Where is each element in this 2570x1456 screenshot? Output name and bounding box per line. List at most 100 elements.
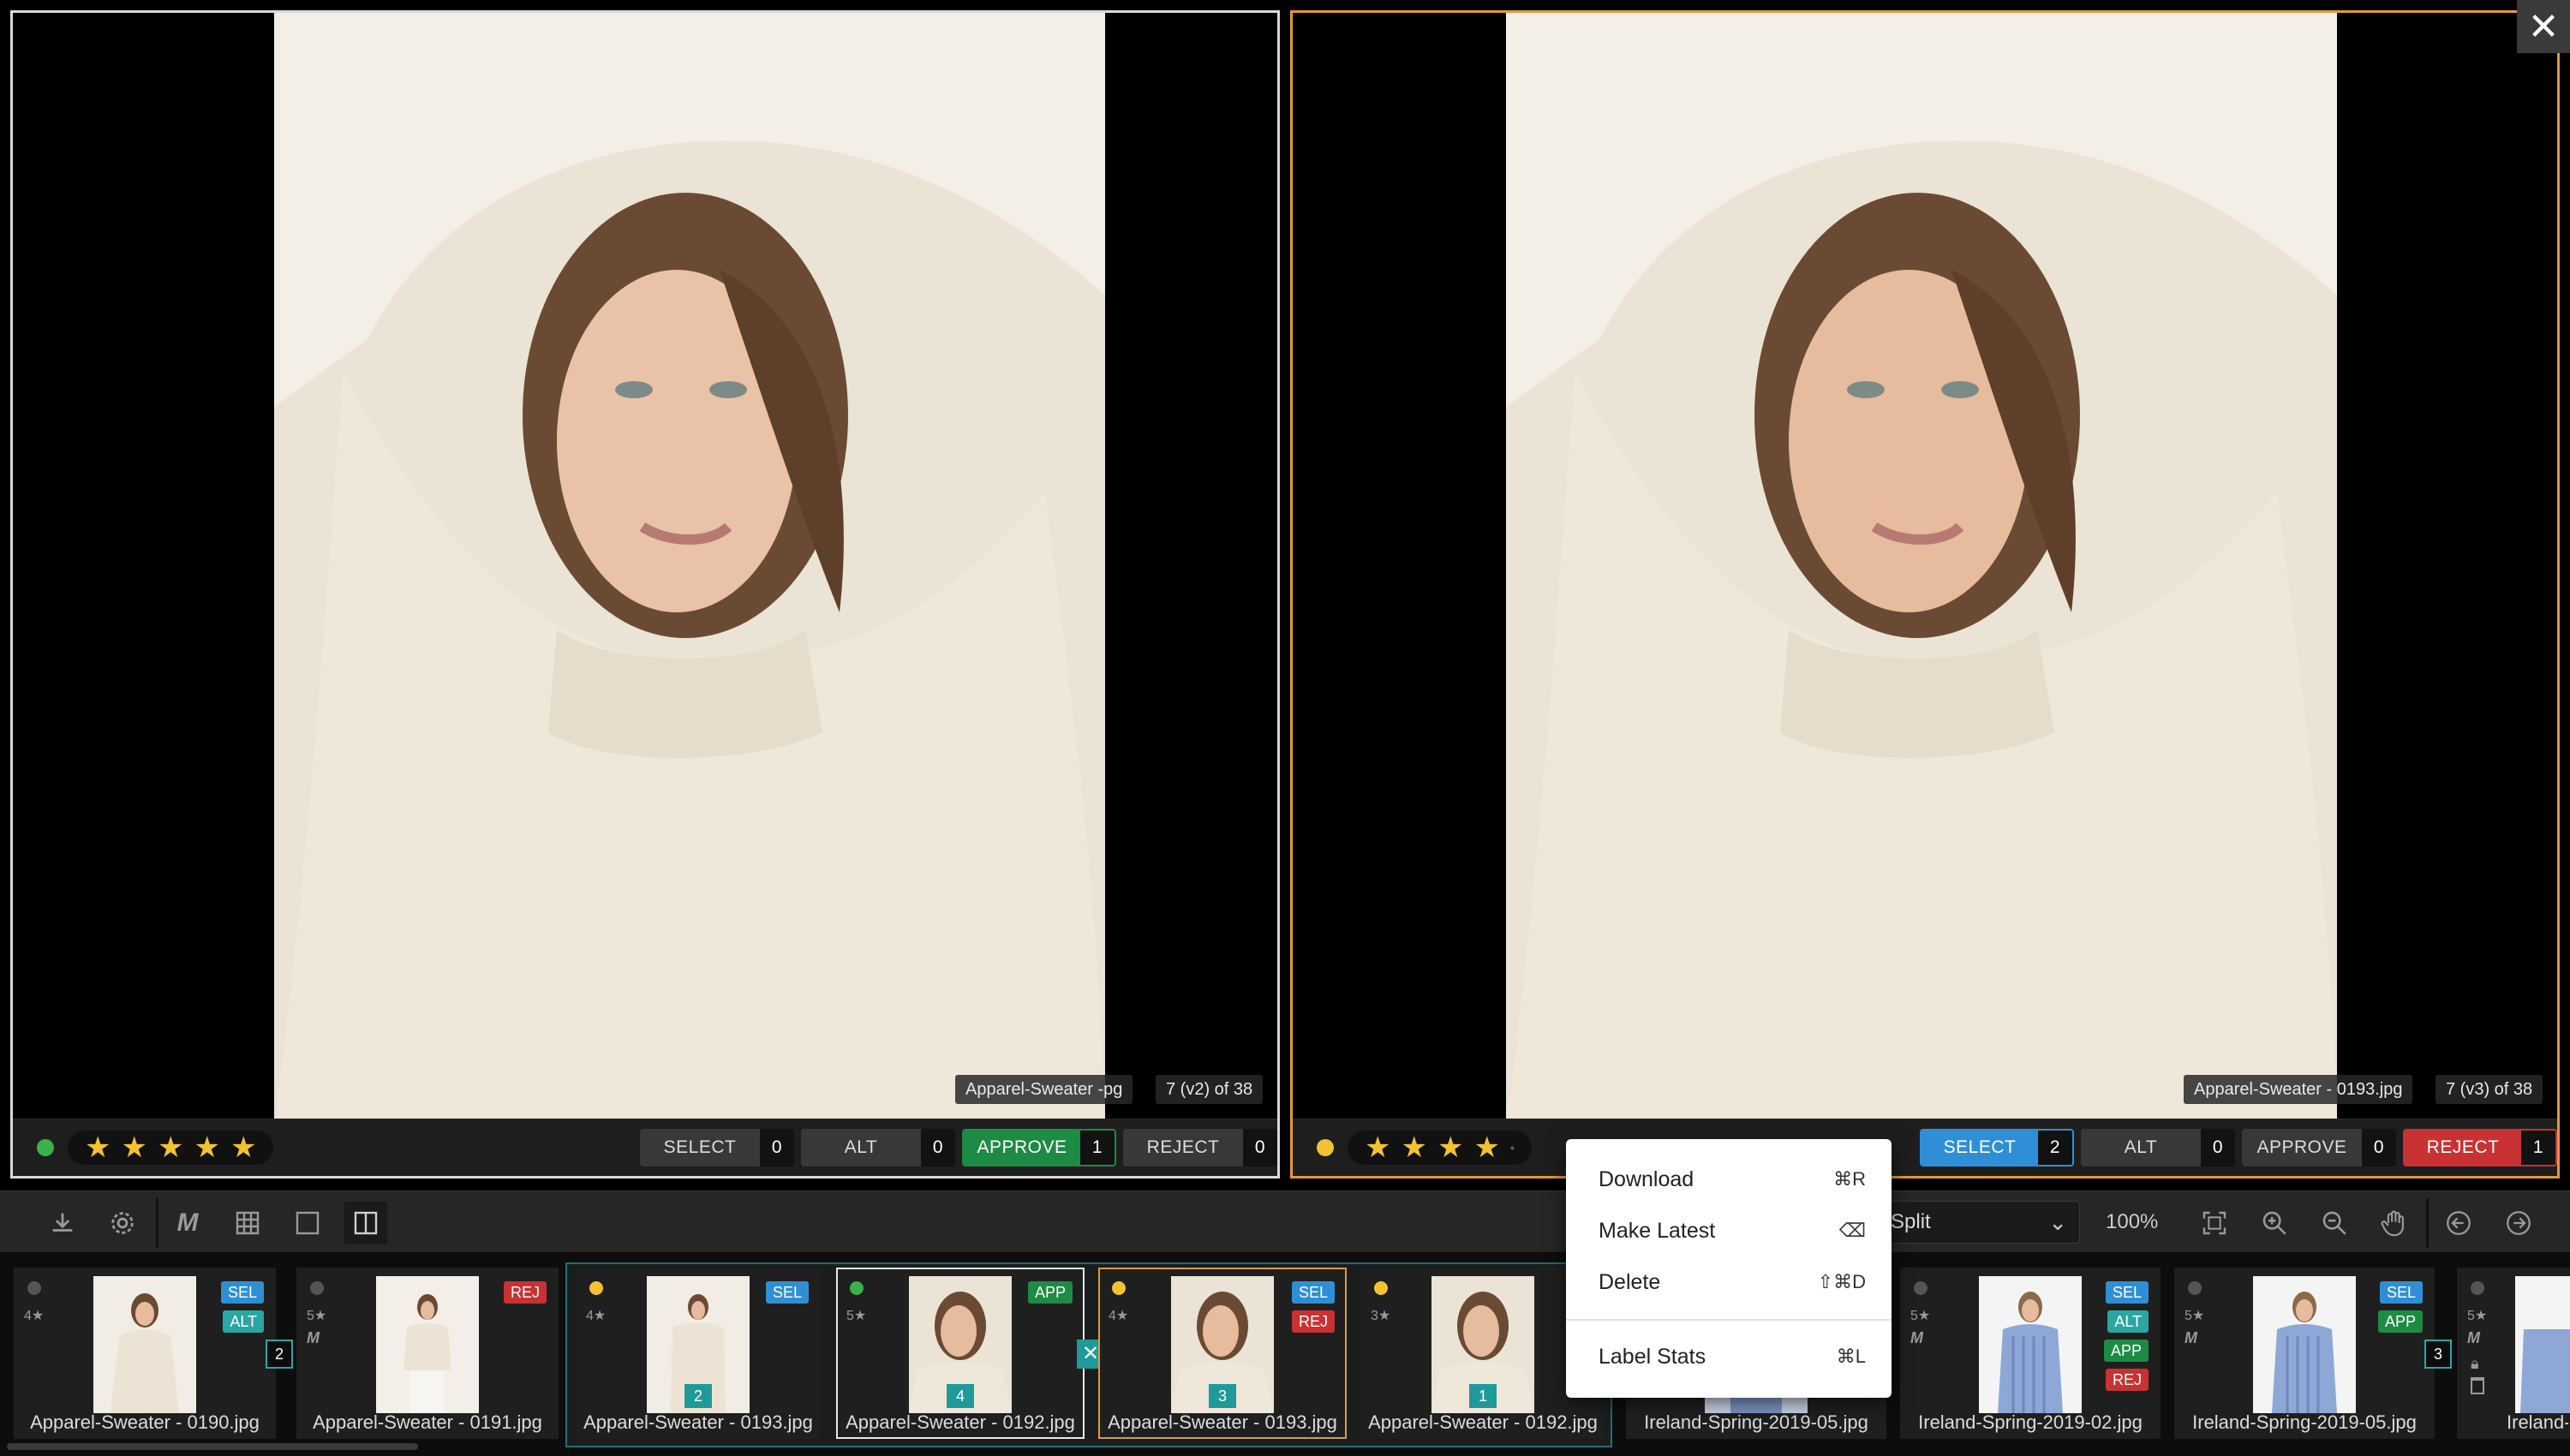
approve-label-button[interactable]: APPROVE 1 (962, 1129, 1116, 1167)
menu-item-delete[interactable]: Delete ⇧⌘D (1599, 1261, 1866, 1304)
reject-label-button[interactable]: REJECT 0 (1123, 1129, 1277, 1167)
filmstrip-thumb[interactable]: 5★ M SEL ALT APP REJ Ireland-Spring-2019… (1900, 1268, 2161, 1439)
thumb-filename: Ireland-Sprin (2507, 1411, 2568, 1433)
star-rating[interactable]: ★ ★ ★ ★ ★ (68, 1131, 274, 1165)
grid-icon[interactable] (226, 1202, 269, 1244)
sel-badge: SEL (765, 1281, 809, 1304)
filename-chip: Apparel-Sweater - 0193.jpg (2184, 1075, 2413, 1104)
thumb-rating: 4★ (1109, 1309, 1129, 1323)
photo-right[interactable] (1506, 13, 2337, 1126)
thumb-rating: 5★ (2467, 1309, 2488, 1323)
star-icon[interactable]: ★ (158, 1131, 183, 1165)
signature-icon[interactable]: M (166, 1202, 209, 1244)
color-label-dot (310, 1281, 324, 1295)
color-label-dot[interactable] (1317, 1139, 1334, 1156)
menu-shortcut: ⇧⌘D (1817, 1271, 1866, 1292)
star-icon[interactable]: ★ (121, 1131, 146, 1165)
compare-pane-left[interactable]: Apparel-Sweater -pg 7 (v2) of 38 ★ ★ ★ ★… (10, 10, 1280, 1179)
gear-icon[interactable] (101, 1202, 144, 1244)
sel-badge: SEL (2379, 1281, 2423, 1304)
filmstrip-thumb[interactable]: 5★ M SEL APP Ireland-Spring-2019-05.jpg (2174, 1268, 2435, 1439)
app-badge: APP (2377, 1310, 2423, 1333)
version-context-menu: Download ⌘R Make Latest ⌫ Delete ⇧⌘D Lab… (1566, 1139, 1892, 1398)
version-number: 1 (1469, 1384, 1497, 1408)
next-icon[interactable] (2497, 1202, 2540, 1244)
rating-bar-right: ★ ★ ★ ★ • SELECT 2 ALT 0 APPROVE 0 REJEC… (1293, 1119, 2557, 1176)
star-icon[interactable]: ★ (194, 1131, 219, 1165)
view-mode-select[interactable]: Split ⌄ (1885, 1201, 2080, 1244)
star-icon[interactable]: ★ (1473, 1131, 1499, 1165)
alt-label-button[interactable]: ALT 0 (801, 1129, 955, 1167)
thumb-rating: 5★ (1910, 1309, 1931, 1323)
rating-bar-left: ★ ★ ★ ★ ★ SELECT 0 ALT 0 APPROVE 1 REJEC… (13, 1119, 1277, 1176)
sel-badge: SEL (1291, 1281, 1335, 1304)
prev-icon[interactable] (2437, 1202, 2480, 1244)
view-mode-value: Split (1891, 1210, 1931, 1233)
reject-label-button[interactable]: REJECT 1 (2403, 1129, 2557, 1167)
thumb-image (376, 1276, 479, 1413)
thumb-rating: 3★ (1371, 1309, 1391, 1323)
hand-icon[interactable] (2373, 1202, 2416, 1244)
alt-label-button[interactable]: ALT 0 (2081, 1129, 2235, 1167)
menu-shortcut: ⌘L (1836, 1346, 1866, 1367)
single-view-icon[interactable] (286, 1202, 329, 1244)
filmstrip-thumb[interactable]: 5★ M REJ Apparel-Sweater - 0191.jpg (296, 1268, 559, 1439)
thumb-filename: Apparel-Sweater - 0193.jpg (1108, 1411, 1337, 1433)
filmstrip[interactable]: 4★ SEL ALT Apparel-Sweater - 0190.jpg 2 … (0, 1252, 2570, 1456)
app-badge: APP (2103, 1340, 2149, 1362)
menu-item-label: Download (1599, 1167, 1694, 1191)
download-icon[interactable] (41, 1202, 84, 1244)
star-empty-icon[interactable]: • (1510, 1131, 1515, 1165)
rej-badge: REJ (503, 1281, 547, 1304)
rej-badge: REJ (2105, 1369, 2149, 1391)
alt-badge: ALT (2107, 1310, 2149, 1333)
sel-badge: SEL (220, 1281, 264, 1304)
compare-pane-right[interactable]: Apparel-Sweater - 0193.jpg 7 (v3) of 38 … (1290, 10, 2560, 1179)
star-icon[interactable]: ★ (1401, 1131, 1426, 1165)
version-counter: 7 (v2) of 38 (1156, 1075, 1264, 1104)
thumb-rating: 5★ (2184, 1309, 2205, 1323)
signature-mark: M (2467, 1329, 2480, 1346)
filmstrip-scrollbar[interactable] (7, 1443, 418, 1450)
rej-badge: REJ (1291, 1310, 1335, 1333)
stack-count-badge[interactable]: 3 (2424, 1340, 2452, 1369)
star-icon[interactable]: ★ (1437, 1131, 1463, 1165)
select-label-button[interactable]: SELECT 0 (640, 1129, 794, 1167)
filmstrip-thumb[interactable]: 5★ M 🔒︎ Ireland-Sprin (2457, 1268, 2570, 1439)
filmstrip-thumb[interactable]: 4★ 2 SEL Apparel-Sweater - 0193.jpg (576, 1268, 821, 1439)
star-icon[interactable]: ★ (1365, 1131, 1390, 1165)
thumb-filename: Ireland-Spring-2019-02.jpg (1918, 1411, 2143, 1433)
sel-badge: SEL (2105, 1281, 2149, 1304)
thumb-filename: Apparel-Sweater - 0191.jpg (313, 1411, 542, 1433)
star-icon[interactable]: ★ (230, 1131, 256, 1165)
split-view-icon[interactable] (344, 1202, 387, 1244)
star-icon[interactable]: ★ (85, 1131, 111, 1165)
thumb-image (93, 1276, 196, 1413)
photo-left[interactable] (274, 13, 1105, 1126)
menu-item-download[interactable]: Download ⌘R (1599, 1158, 1866, 1201)
fit-icon[interactable] (2193, 1202, 2236, 1244)
color-label-dot (850, 1281, 864, 1295)
thumb-rating: 4★ (24, 1309, 45, 1323)
color-label-dot (2471, 1281, 2484, 1295)
close-icon[interactable]: ✕ (2517, 0, 2570, 53)
thumb-filename: Apparel-Sweater - 0190.jpg (30, 1411, 260, 1433)
menu-item-label-stats[interactable]: Label Stats ⌘L (1599, 1335, 1866, 1378)
zoom-in-icon[interactable] (2253, 1202, 2296, 1244)
filename-chip: Apparel-Sweater -pg (955, 1075, 1133, 1104)
select-label-button[interactable]: SELECT 2 (1920, 1129, 2074, 1167)
color-label-dot[interactable] (37, 1139, 54, 1156)
menu-item-make-latest[interactable]: Make Latest ⌫ (1599, 1209, 1866, 1252)
thumb-image (1979, 1276, 2082, 1413)
thumb-filename: Ireland-Spring-2019-05.jpg (2192, 1411, 2417, 1433)
filmstrip-thumb[interactable]: 4★ 3 SEL REJ Apparel-Sweater - 0193.jpg (1098, 1268, 1347, 1439)
menu-shortcut: ⌫ (1838, 1220, 1866, 1241)
zoom-out-icon[interactable] (2313, 1202, 2356, 1244)
filmstrip-thumb[interactable]: 4★ SEL ALT Apparel-Sweater - 0190.jpg (14, 1268, 276, 1439)
stack-count-badge[interactable]: 2 (266, 1340, 293, 1369)
approve-label-button[interactable]: APPROVE 0 (2242, 1129, 2396, 1167)
thumb-image (2515, 1276, 2570, 1413)
star-rating[interactable]: ★ ★ ★ ★ • (1348, 1131, 1532, 1165)
filmstrip-thumb[interactable]: 5★ 4 APP Apparel-Sweater - 0192.jpg (836, 1268, 1085, 1439)
version-counter: 7 (v3) of 38 (2436, 1075, 2543, 1104)
